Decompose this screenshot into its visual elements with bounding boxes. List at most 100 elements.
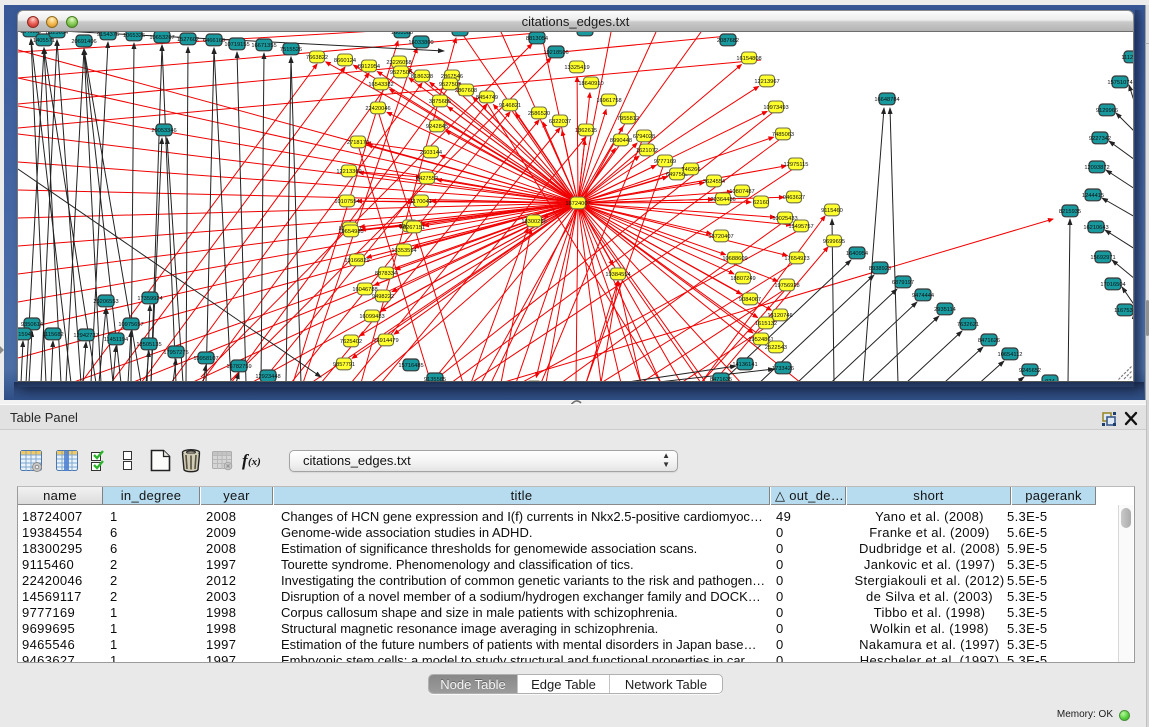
svg-text:16033809: 16033809 (408, 40, 433, 46)
svg-text:12942737: 12942737 (73, 333, 98, 339)
svg-text:(x): (x) (248, 456, 261, 468)
svg-text:19756928: 19756928 (774, 283, 799, 289)
svg-text:9474444: 9474444 (912, 293, 934, 299)
svg-text:9527508: 9527508 (390, 70, 412, 76)
svg-text:16648784: 16648784 (874, 97, 899, 103)
svg-text:12975115: 12975115 (784, 162, 809, 168)
svg-text:22420046: 22420046 (365, 106, 390, 112)
svg-text:19166829: 19166829 (344, 258, 369, 264)
svg-text:1167534: 1167534 (1114, 308, 1134, 314)
svg-text:9245652: 9245652 (1019, 368, 1041, 374)
svg-text:10653267: 10653267 (149, 35, 174, 41)
svg-text:10975657: 10975657 (118, 322, 143, 328)
svg-text:20206553: 20206553 (93, 299, 118, 305)
svg-text:3624554: 3624554 (703, 179, 725, 185)
svg-text:8938923: 8938923 (869, 266, 891, 272)
svg-text:9129966: 9129966 (1096, 108, 1118, 114)
svg-text:8471626: 8471626 (978, 338, 1000, 344)
svg-text:16671355: 16671355 (251, 43, 276, 49)
svg-text:1405571: 1405571 (33, 38, 55, 44)
svg-text:18724007: 18724007 (565, 201, 590, 207)
svg-text:1362615: 1362615 (575, 128, 597, 134)
svg-text:10107554: 10107554 (334, 199, 359, 205)
svg-text:17016504: 17016504 (1100, 282, 1125, 288)
svg-text:18640910: 18640910 (578, 81, 603, 87)
svg-text:6322037: 6322037 (549, 119, 571, 125)
svg-text:13325419: 13325419 (564, 65, 589, 71)
svg-text:16961758: 16961758 (596, 98, 621, 104)
svg-text:8427552: 8427552 (416, 176, 438, 182)
svg-text:6794028: 6794028 (633, 134, 655, 140)
svg-text:8660124: 8660124 (334, 58, 356, 64)
svg-text:12093872: 12093872 (1084, 165, 1109, 171)
svg-text:10807487: 10807487 (729, 189, 754, 195)
svg-text:9350614: 9350614 (21, 322, 43, 328)
svg-text:7625402: 7625402 (340, 339, 362, 345)
svg-text:20691406: 20691406 (71, 39, 96, 45)
svg-text:2718170: 2718170 (347, 140, 369, 146)
svg-text:9084067: 9084067 (739, 297, 761, 303)
svg-text:9135585: 9135585 (424, 377, 446, 382)
svg-text:8186328: 8186328 (411, 74, 433, 80)
svg-text:8990448: 8990448 (610, 138, 632, 144)
svg-text:8813054: 8813054 (526, 36, 548, 42)
svg-text:7515526: 7515526 (280, 47, 302, 53)
svg-text:2522543: 2522543 (765, 345, 787, 351)
svg-text:2603144: 2603144 (420, 150, 442, 156)
svg-text:8325694: 8325694 (46, 32, 68, 36)
svg-text:1640954: 1640954 (846, 251, 868, 257)
svg-text:17957275: 17957275 (163, 350, 188, 356)
svg-text:2867608: 2867608 (455, 88, 477, 94)
svg-text:10719155: 10719155 (224, 42, 249, 48)
svg-text:8813: 8813 (579, 32, 592, 34)
svg-text:9857791: 9857791 (333, 362, 355, 368)
svg-text:20053346: 20053346 (151, 128, 176, 134)
svg-text:8215935: 8215935 (1059, 209, 1081, 215)
svg-text:9777169: 9777169 (654, 159, 676, 165)
svg-text:1112843: 1112843 (1121, 55, 1134, 61)
svg-text:8131054: 8131054 (449, 32, 471, 34)
svg-text:3915941: 3915941 (18, 332, 34, 338)
svg-text:62160: 62160 (753, 200, 769, 206)
svg-text:1115682: 1115682 (42, 332, 63, 338)
svg-text:14136141: 14136141 (732, 362, 757, 368)
svg-text:1615132: 1615132 (755, 321, 777, 327)
svg-text:9115460: 9115460 (821, 208, 843, 214)
svg-text:11451194: 11451194 (104, 337, 128, 343)
svg-text:8912954: 8912954 (358, 64, 380, 70)
svg-text:15692971: 15692971 (1090, 255, 1115, 261)
svg-text:10688609: 10688609 (722, 256, 747, 262)
svg-text:2935114: 2935114 (934, 307, 956, 313)
svg-text:17359924: 17359924 (137, 296, 162, 302)
svg-text:746266: 746266 (682, 167, 701, 173)
svg-text:20364486: 20364486 (710, 197, 735, 203)
svg-text:12923448: 12923448 (255, 374, 280, 380)
svg-text:7632621: 7632621 (957, 322, 979, 328)
svg-text:16046788: 16046788 (352, 287, 377, 293)
svg-text:12213967: 12213967 (754, 79, 779, 85)
svg-text:9498222: 9498222 (372, 294, 394, 300)
svg-text:9227342: 9227342 (1089, 136, 1111, 142)
svg-text:1244415: 1244415 (1082, 193, 1104, 199)
svg-text:1621072: 1621072 (636, 148, 658, 154)
svg-text:9146821: 9146821 (499, 103, 521, 109)
svg-text:18807249: 18807249 (730, 276, 755, 282)
svg-text:1733426: 1733426 (772, 366, 794, 372)
svg-text:9154376: 9154376 (97, 32, 119, 38)
svg-text:8267151: 8267151 (403, 225, 425, 231)
svg-text:1527602: 1527602 (177, 37, 199, 43)
svg-text:9463627: 9463627 (783, 195, 805, 201)
svg-text:10958107: 10958107 (193, 356, 218, 362)
svg-text:8471635: 8471635 (710, 377, 732, 382)
svg-text:1065326: 1065326 (123, 33, 145, 39)
svg-text:16099483: 16099483 (359, 314, 384, 320)
svg-text:23226058: 23226058 (386, 60, 411, 66)
svg-text:2586520: 2586520 (528, 111, 550, 117)
svg-text:8878334: 8878334 (375, 271, 397, 277)
svg-text:12213369: 12213369 (336, 169, 361, 175)
svg-text:18300295: 18300295 (521, 219, 546, 225)
svg-text:9699695: 9699695 (823, 239, 845, 245)
svg-text:10973493: 10973493 (763, 105, 788, 111)
svg-text:6466160: 6466160 (203, 38, 225, 44)
svg-text:19384554: 19384554 (605, 272, 630, 278)
